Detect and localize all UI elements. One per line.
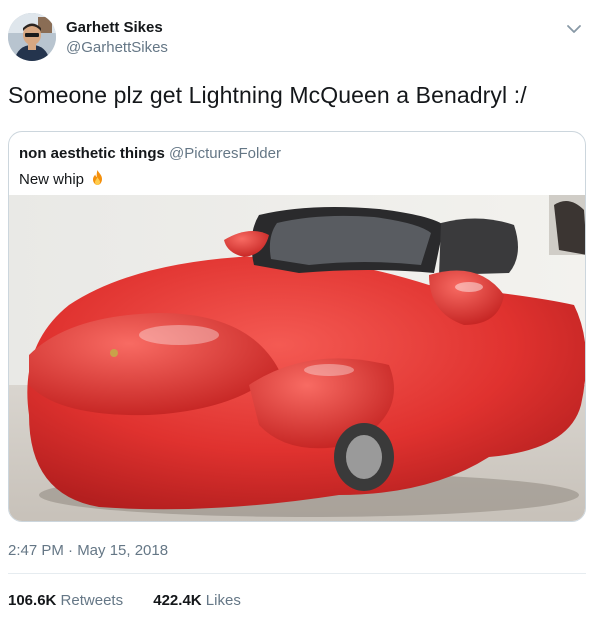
quoted-tweet-text-row: New whip: [19, 169, 106, 190]
retweets-count: 106.6K: [8, 592, 57, 609]
retweets-stat[interactable]: 106.6K Retweets: [8, 591, 123, 611]
tweet-stats: 106.6K Retweets 422.4K Likes: [8, 591, 267, 611]
avatar-image: [8, 13, 56, 61]
likes-count: 422.4K: [153, 592, 202, 609]
retweets-label: Retweets: [60, 592, 124, 609]
quoted-tweet-header: non aesthetic things @PicturesFolder: [19, 144, 281, 164]
car-photo: [9, 195, 585, 521]
avatar[interactable]: [8, 13, 56, 61]
author-info: Garhett Sikes @GarhettSikes: [66, 18, 168, 58]
tweet-timestamp[interactable]: 2:47 PM · May 15, 2018: [8, 541, 168, 561]
fire-icon: [89, 169, 106, 186]
tweet-text: Someone plz get Lightning McQueen a Bena…: [8, 82, 527, 108]
media-image[interactable]: [9, 195, 585, 521]
likes-stat[interactable]: 422.4K Likes: [153, 591, 241, 611]
quoted-handle: @PicturesFolder: [169, 145, 281, 162]
divider: [8, 573, 586, 574]
author-display-name[interactable]: Garhett Sikes: [66, 18, 168, 38]
likes-label: Likes: [205, 592, 241, 609]
tweet: Garhett Sikes @GarhettSikes Someone plz …: [0, 0, 595, 623]
quoted-display-name: non aesthetic things: [19, 145, 165, 162]
chevron-down-icon[interactable]: [565, 22, 583, 36]
quoted-tweet-text: New whip: [19, 171, 85, 188]
author-handle[interactable]: @GarhettSikes: [66, 38, 168, 58]
quoted-tweet[interactable]: non aesthetic things @PicturesFolder New…: [8, 131, 586, 522]
